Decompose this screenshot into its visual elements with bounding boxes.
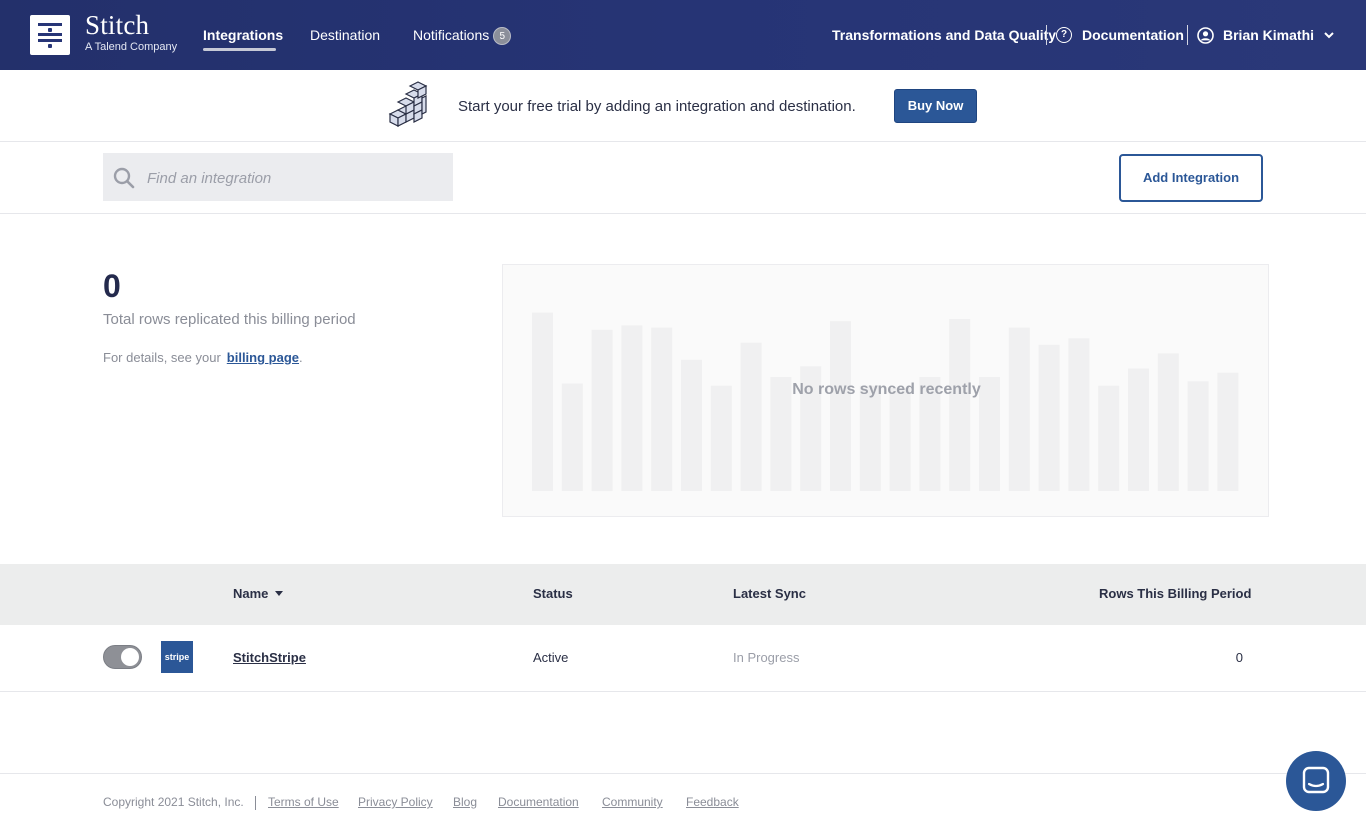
- active-nav-indicator: [203, 48, 276, 51]
- toggle-knob: [121, 648, 139, 666]
- footer-link-community[interactable]: Community: [602, 795, 663, 809]
- total-rows-label: Total rows replicated this billing perio…: [103, 311, 356, 328]
- buy-now-button[interactable]: Buy Now: [894, 89, 977, 123]
- placeholder-bar: [1068, 338, 1090, 491]
- building-blocks-icon: [388, 80, 430, 133]
- placeholder-bar: [859, 385, 881, 491]
- free-trial-banner: Start your free trial by adding an integ…: [0, 70, 1366, 142]
- nav-divider: [1187, 25, 1188, 45]
- footer-link-privacy[interactable]: Privacy Policy: [358, 795, 433, 809]
- table-row: [0, 625, 1366, 692]
- integration-status: Active: [533, 650, 569, 665]
- chat-launcher-button[interactable]: [1286, 751, 1346, 811]
- placeholder-bar: [591, 329, 613, 492]
- placeholder-bar: [1008, 327, 1030, 491]
- integration-latest-sync: In Progress: [733, 650, 800, 665]
- nav-notifications-label: Notifications: [413, 27, 490, 43]
- footer-link-feedback[interactable]: Feedback: [686, 795, 739, 809]
- column-header-name-label: Name: [233, 586, 269, 601]
- footer-link-terms[interactable]: Terms of Use: [268, 795, 339, 809]
- placeholder-bar: [830, 321, 851, 491]
- placeholder-bar: [561, 383, 583, 491]
- placeholder-bar: [681, 359, 702, 491]
- stripe-logo-icon: stripe: [161, 641, 193, 673]
- rows-synced-chart: No rows synced recently: [502, 264, 1269, 517]
- free-trial-message: Start your free trial by adding an integ…: [458, 98, 856, 115]
- brand[interactable]: Stitch A Talend Company: [85, 10, 177, 53]
- footer-link-blog[interactable]: Blog: [453, 795, 477, 809]
- help-circle-icon: ?: [1056, 27, 1072, 43]
- placeholder-bar: [532, 312, 553, 491]
- nav-destination[interactable]: Destination: [310, 27, 380, 43]
- footer-copyright: Copyright 2021 Stitch, Inc.: [103, 795, 244, 809]
- top-navigation-bar: Stitch A Talend Company Integrations Des…: [0, 0, 1366, 70]
- placeholder-bar: [621, 325, 643, 491]
- user-menu[interactable]: Brian Kimathi: [1223, 27, 1334, 43]
- placeholder-bar: [710, 385, 732, 491]
- column-header-latest-sync: Latest Sync: [733, 586, 806, 601]
- brand-name: Stitch: [85, 10, 150, 40]
- notifications-count-badge: 5: [493, 27, 512, 45]
- column-header-name[interactable]: Name: [233, 586, 284, 601]
- search-icon: [113, 167, 135, 194]
- integration-name-link[interactable]: StitchStripe: [233, 650, 306, 665]
- placeholder-bar: [651, 327, 673, 491]
- search-input[interactable]: [147, 166, 437, 190]
- integration-rows-count: 0: [1235, 650, 1243, 665]
- add-integration-button[interactable]: Add Integration: [1119, 154, 1263, 202]
- brand-subtitle: A Talend Company: [85, 41, 178, 53]
- placeholder-bar: [1038, 344, 1060, 491]
- placeholder-bar: [949, 319, 971, 491]
- footer-link-documentation[interactable]: Documentation: [498, 795, 579, 809]
- sort-caret-icon: [275, 591, 284, 596]
- column-header-status: Status: [533, 586, 573, 601]
- nav-integrations[interactable]: Integrations: [203, 27, 283, 43]
- billing-details-prefix: For details, see your: [103, 350, 221, 365]
- nav-transformations[interactable]: Transformations and Data Quality: [832, 27, 1056, 43]
- placeholder-bar: [740, 342, 762, 491]
- column-header-rows: Rows This Billing Period: [1099, 586, 1252, 601]
- chat-icon: [1302, 766, 1330, 794]
- billing-details-suffix: .: [299, 350, 303, 365]
- placeholder-bar: [889, 387, 911, 491]
- billing-details: For details, see your billing page.: [103, 350, 303, 365]
- billing-page-link[interactable]: billing page: [227, 350, 299, 365]
- user-name: Brian Kimathi: [1223, 27, 1315, 43]
- nav-notifications[interactable]: Notifications 5: [413, 27, 512, 45]
- footer-divider: [255, 796, 256, 810]
- integration-enabled-toggle[interactable]: [103, 645, 142, 669]
- placeholder-bar: [1098, 385, 1120, 491]
- nav-divider: [1046, 25, 1047, 45]
- chart-empty-message: No rows synced recently: [792, 381, 981, 398]
- nav-documentation[interactable]: Documentation: [1082, 27, 1184, 43]
- total-rows-value: 0: [103, 268, 121, 304]
- chevron-down-icon: [1324, 32, 1334, 39]
- stitch-logo-icon[interactable]: [30, 15, 70, 55]
- placeholder-bar: [1157, 353, 1179, 491]
- user-avatar-icon: [1197, 27, 1214, 49]
